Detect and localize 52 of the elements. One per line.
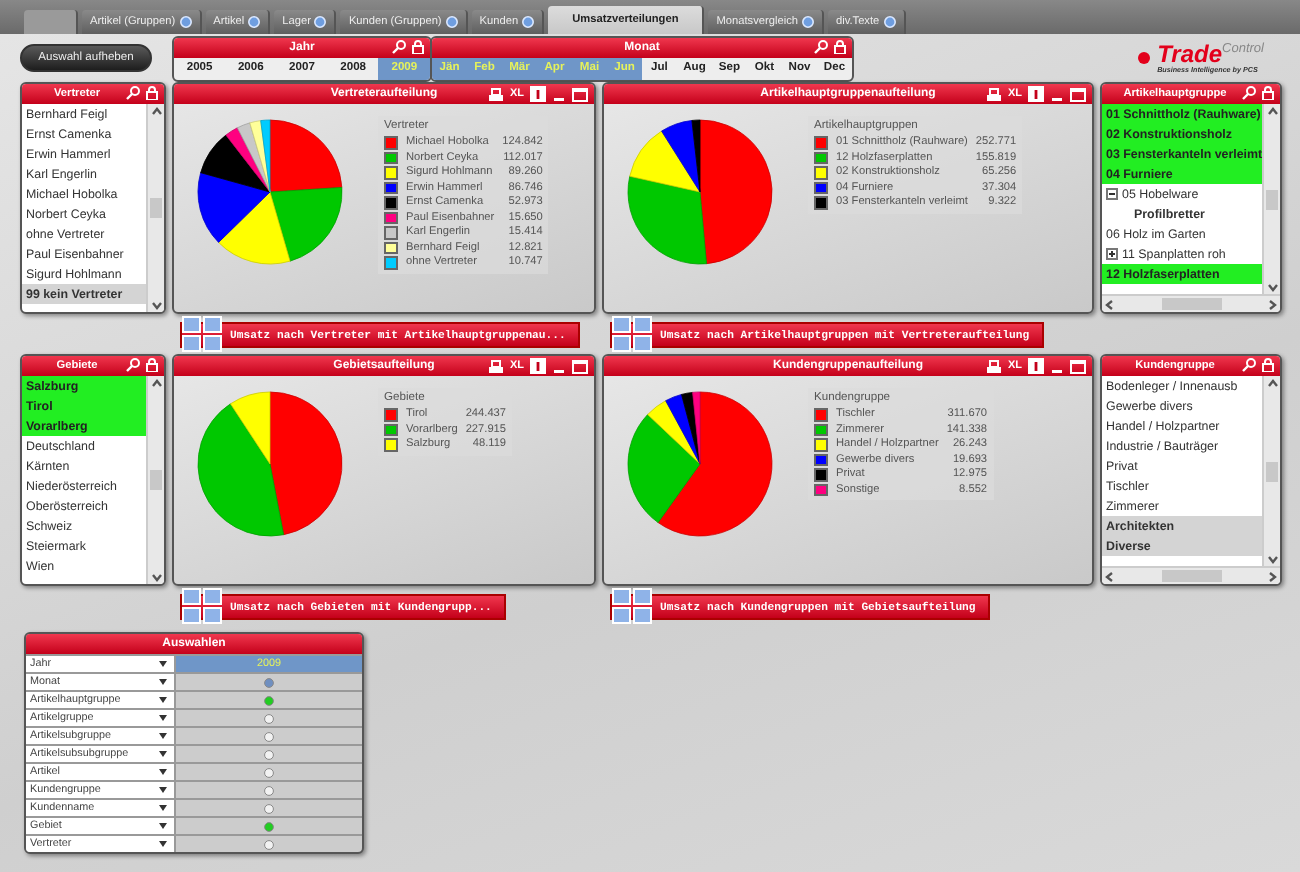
scroll-thumb[interactable] <box>1161 570 1221 582</box>
search-icon[interactable] <box>814 39 828 53</box>
window-grid-icon[interactable] <box>612 316 652 352</box>
scrollbar[interactable] <box>1102 294 1280 312</box>
lock-icon[interactable] <box>146 86 158 100</box>
search-icon[interactable] <box>392 39 406 53</box>
lock-icon[interactable] <box>412 39 424 53</box>
lock-icon[interactable] <box>146 358 158 372</box>
lock-icon[interactable] <box>1262 86 1274 100</box>
search-icon[interactable] <box>126 86 140 100</box>
dot-icon[interactable] <box>522 16 535 28</box>
scroll-thumb[interactable] <box>1266 189 1278 209</box>
lock-icon[interactable] <box>834 39 846 53</box>
info-icon[interactable] <box>530 86 546 102</box>
maximize-icon[interactable] <box>572 87 588 101</box>
maximize-icon[interactable] <box>572 359 588 373</box>
window-grid-icon[interactable] <box>612 588 652 624</box>
info-icon[interactable] <box>530 358 546 374</box>
search-icon[interactable] <box>126 358 140 372</box>
collapse-icon[interactable] <box>1106 188 1118 200</box>
print-icon[interactable] <box>985 87 1002 101</box>
dot-icon[interactable] <box>1137 52 1150 64</box>
scrollbar[interactable] <box>146 104 164 312</box>
scroll-thumb[interactable] <box>150 470 162 490</box>
dot-icon[interactable] <box>883 16 896 28</box>
maximize-icon[interactable] <box>1070 359 1086 373</box>
scrollbar[interactable] <box>1102 566 1280 584</box>
dot-icon[interactable] <box>179 16 192 28</box>
blank-tab[interactable] <box>24 10 78 34</box>
scroll-thumb[interactable] <box>1161 298 1221 310</box>
dot-icon[interactable] <box>801 16 814 28</box>
expand-icon[interactable] <box>1106 248 1118 260</box>
dot-icon[interactable] <box>445 16 458 28</box>
print-icon[interactable] <box>487 359 504 373</box>
print-icon[interactable] <box>985 359 1002 373</box>
maximize-icon[interactable] <box>1070 87 1086 101</box>
window-grid-icon[interactable] <box>182 316 222 352</box>
info-icon[interactable] <box>1028 86 1044 102</box>
print-icon[interactable] <box>487 87 504 101</box>
search-icon[interactable] <box>1242 358 1256 372</box>
lock-icon[interactable] <box>1262 358 1274 372</box>
scrollbar[interactable] <box>1262 376 1280 566</box>
dot-icon[interactable] <box>314 16 327 28</box>
logo-text: Trade <box>1157 42 1223 66</box>
window-grid-icon[interactable] <box>182 588 222 624</box>
dot-icon[interactable] <box>248 16 261 28</box>
scroll-thumb[interactable] <box>1266 461 1278 481</box>
scroll-thumb[interactable] <box>150 198 162 218</box>
search-icon[interactable] <box>1242 86 1256 100</box>
info-icon[interactable] <box>1028 358 1044 374</box>
scrollbar[interactable] <box>1262 104 1280 294</box>
scrollbar[interactable] <box>146 376 164 584</box>
